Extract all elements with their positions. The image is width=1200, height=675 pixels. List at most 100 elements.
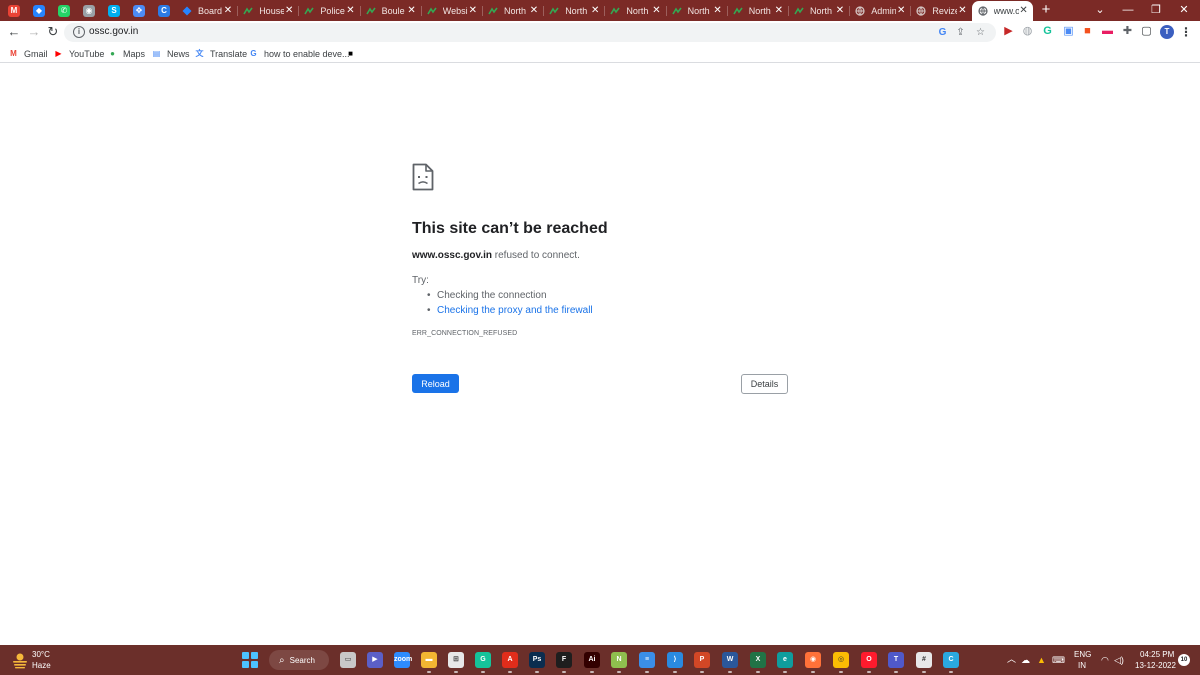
taskbar-search[interactable]: ⌕ Search [269, 650, 329, 670]
globe-ext-icon[interactable]: ◍ [1021, 25, 1034, 38]
show-hidden-icons-icon[interactable]: ︿ [1007, 653, 1016, 665]
pinned-tab[interactable]: ✥ [129, 3, 149, 19]
start-button[interactable] [242, 652, 258, 668]
reload-page-button[interactable]: ↻ [45, 24, 61, 40]
pinned-tab[interactable]: M [4, 3, 24, 19]
slack-icon[interactable]: # [916, 652, 932, 673]
wifi-icon[interactable]: ◠ [1101, 654, 1109, 666]
notepadpp-icon[interactable]: N [611, 652, 627, 673]
close-tab-icon[interactable]: ✕ [896, 5, 906, 16]
close-tab-icon[interactable]: ✕ [284, 5, 294, 16]
reload-button[interactable]: Reload [412, 374, 459, 393]
region-indicator[interactable]: IN [1078, 661, 1086, 670]
pinned-tab[interactable]: S [104, 3, 124, 19]
tab-14[interactable]: www.o ✕ [971, 1, 1033, 21]
close-tab-icon[interactable]: ✕ [223, 5, 233, 16]
google-lens-icon[interactable]: G [936, 26, 949, 39]
figma-icon[interactable]: F [556, 652, 572, 673]
new-tab-button[interactable]: + [1038, 2, 1054, 18]
close-tab-icon[interactable]: ✕ [651, 5, 661, 16]
close-tab-icon[interactable]: ✕ [529, 5, 539, 16]
side-panel-icon[interactable]: ▢ [1140, 25, 1153, 38]
address-bar[interactable]: i ossc.gov.in G ⇪ ☆ [64, 23, 996, 42]
bookmark-news[interactable]: ▤ News [151, 47, 190, 60]
store-icon[interactable]: ⊞ [448, 652, 464, 673]
haze-weather-icon[interactable] [11, 651, 29, 669]
c-app-icon[interactable]: C [943, 652, 959, 673]
tab-1[interactable]: Board ✕ [176, 2, 237, 19]
bookmark-unnamed[interactable]: ■ [345, 47, 361, 60]
palette-ext-icon[interactable]: ▬ [1101, 25, 1114, 38]
tab-5[interactable]: Websi ✕ [420, 2, 482, 19]
weather-temperature[interactable]: 30°C [32, 650, 50, 659]
opera-icon[interactable]: O [861, 652, 877, 673]
close-tab-icon[interactable]: ✕ [713, 5, 723, 16]
bookmark-translate[interactable]: 文 Translate [194, 47, 248, 60]
suggestion-check-proxy-link[interactable]: Checking the proxy and the firewall [427, 305, 593, 320]
close-tab-icon[interactable]: ✕ [835, 5, 845, 16]
minimize-button[interactable]: — [1120, 2, 1136, 18]
google-drive-icon[interactable]: ▲ [1037, 654, 1046, 666]
word-icon[interactable]: W [722, 652, 738, 673]
close-tab-icon[interactable]: ✕ [590, 5, 600, 16]
pinned-tab[interactable]: C [154, 3, 174, 19]
forward-button[interactable]: → [26, 24, 42, 40]
close-tab-icon[interactable]: ✕ [407, 5, 417, 16]
details-button[interactable]: Details [741, 374, 788, 394]
pinned-tab[interactable]: ◉ [79, 3, 99, 19]
illustrator-icon[interactable]: Ai [584, 652, 600, 673]
back-button[interactable]: ← [6, 24, 22, 40]
powerpoint-icon[interactable]: P [694, 652, 710, 673]
close-tab-icon[interactable]: ✕ [345, 5, 355, 16]
tab-7[interactable]: North ✕ [543, 2, 604, 19]
profile-avatar[interactable]: T [1160, 25, 1174, 39]
color-ext-icon[interactable]: ■ [1081, 25, 1094, 38]
teams-icon[interactable]: T [888, 652, 904, 673]
onedrive-icon[interactable]: ☁ [1021, 654, 1030, 666]
bookmark-maps[interactable]: ● Maps [107, 47, 145, 60]
share-icon[interactable]: ⇪ [954, 26, 967, 39]
restore-button[interactable]: ❐ [1148, 2, 1164, 18]
youtube-ext-icon[interactable]: ▶ [1002, 25, 1015, 38]
menu-icon[interactable]: ⋮ [1180, 24, 1192, 40]
grammarly-icon[interactable]: G [475, 652, 491, 673]
url-text[interactable]: ossc.gov.in [89, 26, 138, 37]
close-tab-icon[interactable]: ✕ [957, 5, 967, 16]
puzzle-extensions-icon[interactable]: ✚ [1121, 25, 1134, 38]
acrobat-icon[interactable]: A [502, 652, 518, 673]
tab-3[interactable]: Police ✕ [298, 2, 359, 19]
tab-9[interactable]: North ✕ [665, 2, 727, 19]
volume-icon[interactable]: ◁) [1114, 654, 1124, 666]
notification-badge[interactable]: 10 [1178, 654, 1190, 666]
excel-icon[interactable]: X [750, 652, 766, 673]
close-window-button[interactable]: ✕ [1176, 2, 1192, 18]
keyboard-icon[interactable]: ⌨ [1052, 654, 1065, 666]
site-info-icon[interactable]: i [73, 26, 85, 38]
zoom-icon[interactable]: zoom [394, 652, 412, 668]
tab-12[interactable]: Admin ✕ [849, 2, 910, 19]
chrome-icon[interactable]: ◎ [833, 652, 849, 673]
bookmark-star-icon[interactable]: ☆ [974, 26, 987, 39]
weather-condition[interactable]: Haze [32, 661, 51, 670]
clock-date[interactable]: 13-12-2022 [1135, 661, 1176, 670]
bookmark-enable-dev[interactable]: Ghow to enable deve... [248, 47, 349, 60]
tab-8[interactable]: North ✕ [604, 2, 665, 19]
pinned-tab[interactable]: ◆ [29, 3, 49, 19]
tab-2[interactable]: House ✕ [237, 2, 298, 19]
file-viewer-icon[interactable]: ▭ [340, 652, 356, 668]
clock-time[interactable]: 04:25 PM [1140, 650, 1174, 659]
close-tab-icon[interactable]: ✕ [1019, 6, 1029, 16]
bookmark-youtube[interactable]: ▶ YouTube [53, 47, 104, 60]
meet-icon[interactable]: ▶ [367, 652, 383, 668]
tab-search-button[interactable]: ⌄ [1092, 2, 1108, 18]
vscode-icon[interactable]: ⟩ [667, 652, 683, 673]
tab-4[interactable]: Boule ✕ [359, 2, 421, 19]
close-tab-icon[interactable]: ✕ [468, 5, 478, 16]
firefox-icon[interactable]: ◉ [805, 652, 821, 673]
pinned-tab[interactable]: ✆ [54, 3, 74, 19]
screenshot-ext-icon[interactable]: ▣ [1062, 25, 1075, 38]
grammarly-ext-icon[interactable]: G [1041, 25, 1054, 38]
language-indicator[interactable]: ENG [1074, 650, 1091, 659]
folder-icon[interactable]: ▬ [421, 652, 437, 673]
tab-11[interactable]: North ✕ [788, 2, 849, 19]
